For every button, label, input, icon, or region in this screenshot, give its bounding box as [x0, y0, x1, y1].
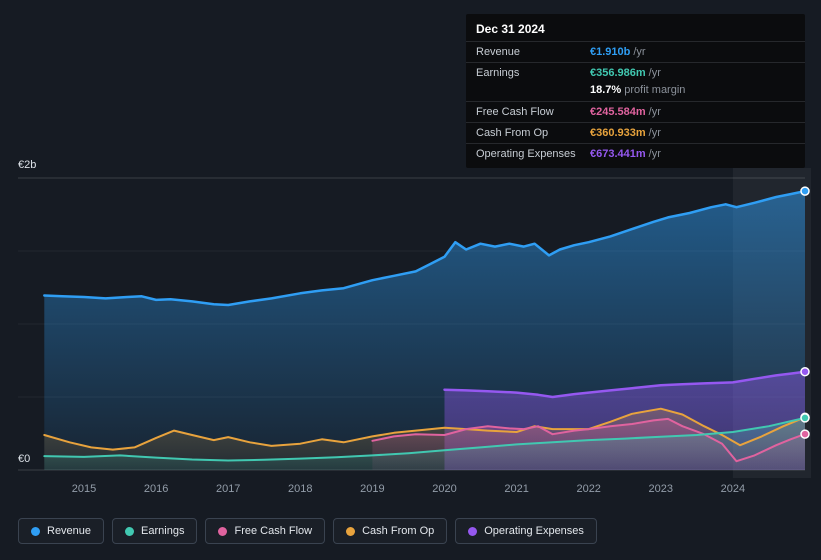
svg-text:2024: 2024: [721, 483, 745, 495]
tooltip-value: €1.910b/yr: [590, 46, 646, 58]
legend-label: Revenue: [47, 525, 92, 537]
earnings-revenue-history-chart: €2b €0 2015 2016 2017 2018 2019 2020 2021 2022 202…: [0, 0, 821, 560]
legend-label: Earnings: [141, 525, 185, 537]
legend-label: Free Cash Flow: [234, 525, 313, 537]
tooltip-row-operating-expenses: Operating Expenses €673.441m/yr: [466, 143, 805, 164]
svg-text:€0: €0: [18, 453, 30, 465]
svg-text:2021: 2021: [504, 483, 528, 495]
tooltip-row-earnings: Earnings €356.986m/yr 18.7% profit margi…: [466, 62, 805, 101]
legend-item-cash-from-op[interactable]: Cash From Op: [333, 518, 448, 544]
cash-from-op-series-dot-icon: [346, 526, 356, 536]
profit-margin-note: 18.7% profit margin: [590, 84, 686, 96]
legend-item-free-cash-flow[interactable]: Free Cash Flow: [205, 518, 326, 544]
svg-text:2022: 2022: [576, 483, 600, 495]
earnings-series-dot-icon: [125, 526, 135, 536]
revenue-series-dot-icon: [31, 526, 40, 536]
tooltip-row-free-cash-flow: Free Cash Flow €245.584m/yr: [466, 101, 805, 122]
tooltip-row-revenue: Revenue €1.910b/yr: [466, 41, 805, 62]
tooltip-label: Free Cash Flow: [476, 106, 554, 118]
svg-text:€2b: €2b: [18, 159, 36, 171]
legend-item-operating-expenses[interactable]: Operating Expenses: [455, 518, 597, 544]
legend-item-revenue[interactable]: Revenue: [18, 518, 105, 544]
tooltip-label: Cash From Op: [476, 127, 549, 139]
svg-text:2020: 2020: [432, 483, 456, 495]
tooltip-row-cash-from-op: Cash From Op €360.933m/yr: [466, 122, 805, 143]
tooltip-label: Operating Expenses: [476, 148, 576, 160]
tooltip-value: €360.933m/yr: [590, 127, 661, 139]
chart-tooltip: Dec 31 2024 Revenue €1.910b/yr Earnings …: [466, 14, 805, 168]
svg-text:2023: 2023: [649, 483, 673, 495]
tooltip-date: Dec 31 2024: [476, 22, 545, 36]
legend-label: Operating Expenses: [484, 525, 584, 537]
operating-expenses-series-dot-icon: [468, 526, 478, 536]
tooltip-value: €245.584m/yr: [590, 106, 661, 118]
free-cash-flow-series-dot-icon: [218, 526, 228, 536]
svg-text:2016: 2016: [144, 483, 168, 495]
tooltip-label: Revenue: [476, 46, 521, 58]
svg-text:2018: 2018: [288, 483, 312, 495]
legend-label: Cash From Op: [362, 525, 435, 537]
legend-item-earnings[interactable]: Earnings: [112, 518, 198, 544]
svg-text:2017: 2017: [216, 483, 240, 495]
tooltip-value: €356.986m/yr: [590, 67, 661, 79]
tooltip-value: €673.441m/yr: [590, 148, 661, 160]
svg-text:2015: 2015: [72, 483, 96, 495]
chart-legend: Revenue Earnings Free Cash Flow Cash Fro…: [18, 518, 597, 544]
svg-text:2019: 2019: [360, 483, 384, 495]
tooltip-label: Earnings: [476, 67, 520, 79]
